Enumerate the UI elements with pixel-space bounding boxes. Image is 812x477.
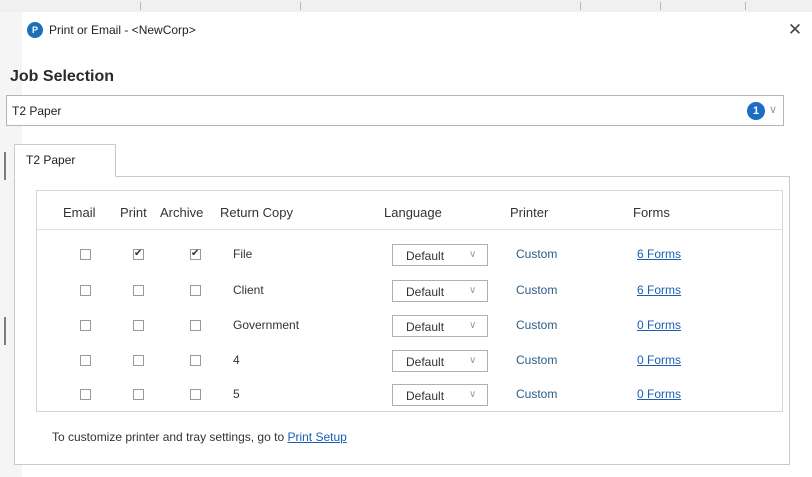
archive-checkbox[interactable] <box>190 389 201 400</box>
return-copy-label: Client <box>233 283 264 297</box>
job-selection-dropdown[interactable]: T2 Paper 1 ∨ <box>6 95 784 126</box>
column-header-print: Print <box>120 205 147 220</box>
forms-link[interactable]: 6 Forms <box>637 283 681 297</box>
email-checkbox[interactable] <box>80 249 91 260</box>
job-selection-heading: Job Selection <box>10 68 115 85</box>
printer-value[interactable]: Custom <box>516 283 557 297</box>
notification-badge[interactable]: 1 <box>747 102 765 120</box>
language-dropdown[interactable]: Default ∨ <box>392 350 488 372</box>
print-checkbox[interactable] <box>133 285 144 296</box>
chevron-down-icon: ∨ <box>469 320 477 331</box>
chevron-down-icon[interactable]: ∨ <box>769 103 777 116</box>
language-dropdown[interactable]: Default ∨ <box>392 244 488 266</box>
language-value: Default <box>406 249 445 263</box>
chevron-down-icon: ∨ <box>469 355 477 366</box>
language-dropdown[interactable]: Default ∨ <box>392 280 488 302</box>
forms-link[interactable]: 6 Forms <box>637 247 681 261</box>
column-header-return-copy: Return Copy <box>220 205 293 220</box>
column-header-email: Email <box>63 205 96 220</box>
language-value: Default <box>406 285 445 299</box>
archive-checkbox[interactable] <box>190 355 201 366</box>
column-header-language: Language <box>384 205 442 220</box>
return-copy-label: 5 <box>233 387 240 401</box>
return-copy-label: Government <box>233 318 300 332</box>
language-value: Default <box>406 355 445 369</box>
job-selection-value: T2 Paper <box>12 104 62 118</box>
app-logo-icon: P <box>27 22 43 38</box>
language-dropdown[interactable]: Default ∨ <box>392 384 488 406</box>
column-header-archive: Archive <box>160 205 204 220</box>
language-dropdown[interactable]: Default ∨ <box>392 315 488 337</box>
email-checkbox[interactable] <box>80 320 91 331</box>
email-checkbox[interactable] <box>80 285 91 296</box>
printer-value[interactable]: Custom <box>516 387 557 401</box>
print-checkbox[interactable] <box>133 247 144 261</box>
print-setup-hint: To customize printer and tray settings, … <box>52 430 347 444</box>
close-button[interactable]: ✕ <box>782 18 808 42</box>
forms-link[interactable]: 0 Forms <box>637 318 681 332</box>
email-checkbox[interactable] <box>80 389 91 400</box>
print-setup-link[interactable]: Print Setup <box>287 430 346 444</box>
tab-label: T2 Paper <box>26 153 76 167</box>
forms-link[interactable]: 0 Forms <box>637 387 681 401</box>
printer-value[interactable]: Custom <box>516 353 557 367</box>
chevron-down-icon: ∨ <box>469 389 477 400</box>
archive-checkbox[interactable] <box>190 247 201 261</box>
tab-t2-paper[interactable]: T2 Paper <box>14 144 116 177</box>
print-checkbox[interactable] <box>133 320 144 331</box>
return-copy-label: 4 <box>233 353 240 367</box>
archive-checkbox[interactable] <box>190 285 201 296</box>
language-value: Default <box>406 389 445 403</box>
email-checkbox[interactable] <box>80 355 91 366</box>
column-header-forms: Forms <box>633 205 670 220</box>
column-header-printer: Printer <box>510 205 549 220</box>
print-checkbox[interactable] <box>133 389 144 400</box>
print-setup-hint-text: To customize printer and tray settings, … <box>52 430 288 444</box>
printer-value[interactable]: Custom <box>516 247 557 261</box>
chevron-down-icon: ∨ <box>469 285 477 296</box>
title-bar: P Print or Email - <NewCorp> ✕ <box>22 12 812 48</box>
window-title: Print or Email - <NewCorp> <box>49 23 196 37</box>
return-copy-label: File <box>233 247 253 261</box>
language-value: Default <box>406 320 445 334</box>
printer-value[interactable]: Custom <box>516 318 557 332</box>
archive-checkbox[interactable] <box>190 320 201 331</box>
print-checkbox[interactable] <box>133 355 144 366</box>
header-divider <box>37 229 782 230</box>
forms-link[interactable]: 0 Forms <box>637 353 681 367</box>
chevron-down-icon: ∨ <box>469 249 477 260</box>
